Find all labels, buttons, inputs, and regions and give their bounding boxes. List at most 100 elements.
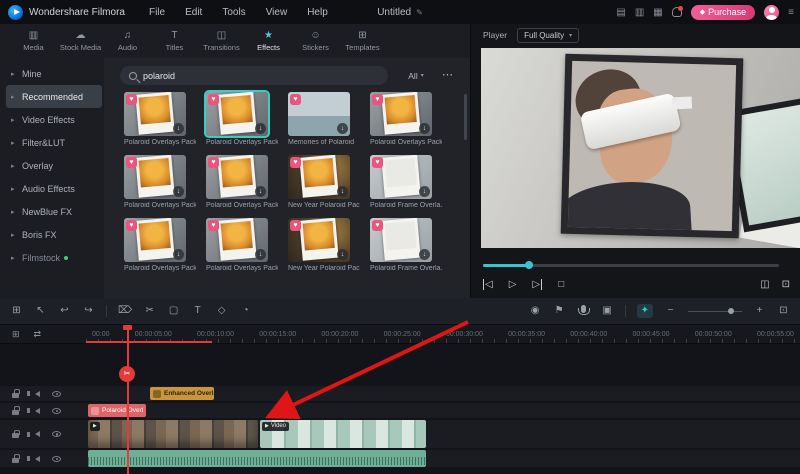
menu-tools[interactable]: Tools — [212, 7, 255, 18]
effect-thumbnail[interactable]: ♥ ↓ — [206, 155, 268, 199]
crop-icon[interactable]: ▢ — [167, 304, 180, 318]
effect-thumbnail[interactable]: ♥ ↓ — [288, 155, 350, 199]
sidebar-item-audio-effects[interactable]: ▸ Audio Effects — [6, 177, 102, 200]
split-icon[interactable]: ✂ — [143, 304, 156, 318]
effect-thumbnail[interactable]: ♥ ↓ — [370, 218, 432, 262]
download-badge-icon[interactable]: ↓ — [173, 249, 184, 260]
step-backward-button[interactable]: ◁ — [483, 278, 493, 290]
favorite-badge-icon[interactable]: ♥ — [290, 157, 301, 168]
favorite-badge-icon[interactable]: ♥ — [208, 220, 219, 231]
more-options-icon[interactable]: ⋯ — [442, 66, 453, 85]
effect-item[interactable]: ♥ ↓ Polaroid Overlays Pack... — [124, 218, 198, 272]
zoom-slider[interactable] — [688, 306, 742, 316]
playhead-handle[interactable] — [123, 325, 132, 330]
seek-handle[interactable] — [525, 261, 533, 269]
fullscreen-button[interactable]: ⊡ — [782, 279, 790, 290]
snapshot-button[interactable]: ◫ — [760, 279, 769, 290]
favorite-badge-icon[interactable]: ♥ — [290, 94, 301, 105]
effect-item[interactable]: ♥ ↓ Memories of Polaroid — [288, 92, 362, 146]
favorite-badge-icon[interactable]: ♥ — [208, 157, 219, 168]
effect-thumbnail[interactable]: ♥ ↓ — [124, 218, 186, 262]
speed-icon[interactable]: ◔ — [239, 304, 252, 318]
fit-timeline-icon[interactable]: ⊡ — [777, 304, 790, 318]
sidebar-item-mine[interactable]: ▸ Mine — [6, 62, 102, 85]
visibility-icon[interactable] — [52, 407, 61, 414]
timeline-ruler[interactable]: ⊞ ⇄ 00:00 00:00:05:00 00:00:10:00 00:00:… — [0, 325, 800, 344]
effect-thumbnail[interactable]: ♥ ↓ — [124, 92, 186, 136]
record-icon[interactable]: ◉ — [529, 304, 542, 318]
lock-icon[interactable] — [12, 454, 20, 463]
screen-record-icon[interactable]: ▣ — [601, 304, 614, 318]
mute-icon[interactable] — [27, 390, 40, 397]
text-tool-icon[interactable]: T — [191, 304, 204, 318]
playhead[interactable] — [127, 325, 129, 474]
effect-thumbnail[interactable]: ♥ ↓ — [370, 155, 432, 199]
effect-thumbnail[interactable]: ♥ ↓ — [204, 90, 270, 138]
layout-right-icon[interactable]: ▦ — [653, 7, 662, 18]
seek-slider[interactable] — [483, 260, 779, 270]
effect-thumbnail[interactable]: ♥ ↓ — [288, 218, 350, 262]
sidebar-item-recommended[interactable]: ▸ Recommended — [6, 85, 102, 108]
render-preview-icon[interactable]: ✦ — [636, 304, 653, 318]
menu-help[interactable]: Help — [297, 7, 338, 18]
layout-bottom-icon[interactable]: ▥ — [635, 7, 644, 18]
favorite-badge-icon[interactable]: ♥ — [126, 157, 137, 168]
search-input[interactable] — [143, 70, 343, 81]
menu-icon[interactable]: ≡ — [788, 7, 794, 18]
favorite-badge-icon[interactable]: ♥ — [126, 94, 137, 105]
quality-dropdown[interactable]: Full Quality ▾ — [517, 27, 580, 43]
lock-icon[interactable] — [12, 389, 20, 398]
download-badge-icon[interactable]: ↓ — [173, 186, 184, 197]
clip-polaroid-overlay[interactable]: Polaroid Overl — [88, 404, 146, 417]
tab-templates[interactable]: ⊞ Templates — [339, 30, 386, 52]
undo-icon[interactable]: ↩ — [58, 304, 71, 318]
search-bar[interactable] — [120, 66, 388, 85]
favorite-badge-icon[interactable]: ♥ — [290, 220, 301, 231]
effect-item[interactable]: ♥ ↓ Polaroid Overlays Pack... — [124, 92, 198, 146]
delete-icon[interactable]: ⌦ — [118, 304, 132, 318]
rename-icon[interactable]: ✎ — [416, 8, 423, 17]
sidebar-item-overlay[interactable]: ▸ Overlay — [6, 154, 102, 177]
clip-enhanced-overlay[interactable]: Enhanced Overl... — [150, 387, 214, 400]
favorite-badge-icon[interactable]: ♥ — [208, 94, 219, 105]
tab-effects[interactable]: ★ Effects — [245, 30, 292, 52]
download-badge-icon[interactable]: ↓ — [337, 123, 348, 134]
tab-media[interactable]: ▥ Media — [10, 30, 57, 52]
keyframe-icon[interactable]: ◇ — [215, 304, 228, 318]
layout-left-icon[interactable]: ▤ — [616, 7, 625, 18]
sidebar-item-video-effects[interactable]: ▸ Video Effects — [6, 108, 102, 131]
zoom-in-icon[interactable]: + — [753, 304, 766, 318]
voiceover-mic-icon[interactable] — [577, 304, 591, 318]
download-badge-icon[interactable]: ↓ — [337, 249, 348, 260]
marker-icon[interactable]: ⚑ — [553, 304, 566, 318]
menu-view[interactable]: View — [256, 7, 298, 18]
panel-toggle-icon[interactable]: ⊞ — [10, 304, 23, 318]
stop-button[interactable]: □ — [558, 279, 564, 290]
visibility-icon[interactable] — [52, 455, 61, 462]
effect-thumbnail[interactable]: ♥ ↓ — [124, 155, 186, 199]
add-track-icon[interactable]: ⊞ — [12, 329, 20, 340]
mute-icon[interactable] — [27, 431, 40, 437]
sidebar-item-filmstock[interactable]: ▸ Filmstock — [6, 246, 102, 269]
video-preview[interactable] — [481, 48, 800, 248]
effect-thumbnail[interactable]: ♥ ↓ — [288, 92, 350, 136]
scrollbar[interactable] — [464, 94, 467, 140]
tab-stickers[interactable]: ☺ Stickers — [292, 30, 339, 52]
favorite-badge-icon[interactable]: ♥ — [372, 157, 383, 168]
effect-item[interactable]: ♥ ↓ Polaroid Overlays Pack... — [124, 155, 198, 209]
filter-dropdown[interactable]: All ▾ — [396, 66, 436, 85]
zoom-out-icon[interactable]: − — [664, 304, 677, 318]
play-button[interactable]: ▷ — [509, 279, 517, 290]
visibility-icon[interactable] — [52, 390, 61, 397]
mute-icon[interactable] — [27, 407, 40, 414]
purchase-button[interactable]: ◆ Purchase — [690, 4, 756, 20]
effect-thumbnail[interactable]: ♥ ↓ — [370, 92, 432, 136]
download-badge-icon[interactable]: ↓ — [337, 186, 348, 197]
effect-item[interactable]: ♥ ↓ Polaroid Frame Overla... — [370, 218, 444, 272]
lock-icon[interactable] — [12, 429, 20, 438]
sidebar-item-filter-lut[interactable]: ▸ Filter&LUT — [6, 131, 102, 154]
step-forward-button[interactable]: ▷ — [532, 278, 543, 290]
clip-audio[interactable] — [88, 450, 426, 467]
effect-item[interactable]: ♥ ↓ New Year Polaroid Pac... — [288, 155, 362, 209]
sidebar-item-newblue-fx[interactable]: ▸ NewBlue FX — [6, 200, 102, 223]
